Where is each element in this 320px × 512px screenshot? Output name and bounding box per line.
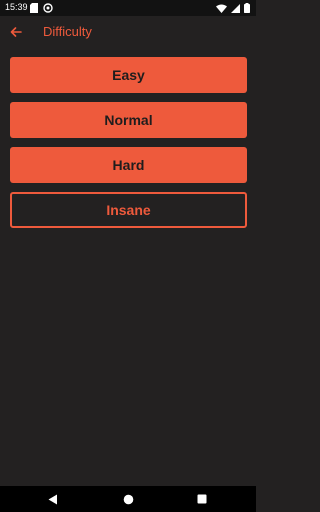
- difficulty-options: Easy Normal Hard Insane: [10, 57, 247, 237]
- sd-card-icon: [30, 3, 38, 13]
- sync-icon: [43, 3, 53, 13]
- battery-icon: [244, 3, 250, 13]
- difficulty-normal-button[interactable]: Normal: [10, 102, 247, 138]
- status-right-icons: [216, 3, 250, 13]
- status-left-icons: [30, 3, 53, 13]
- nav-home-button[interactable]: [121, 492, 135, 506]
- recents-square-icon: [197, 494, 207, 504]
- difficulty-hard-button[interactable]: Hard: [10, 147, 247, 183]
- nav-back-button[interactable]: [46, 492, 60, 506]
- app-bar: Difficulty: [0, 16, 256, 48]
- status-bar: 15:39: [0, 0, 256, 16]
- nav-recents-button[interactable]: [195, 492, 209, 506]
- difficulty-insane-button[interactable]: Insane: [10, 192, 247, 228]
- difficulty-easy-button[interactable]: Easy: [10, 57, 247, 93]
- navigation-bar: [0, 486, 256, 512]
- back-triangle-icon: [48, 494, 58, 505]
- status-time: 15:39: [5, 2, 28, 12]
- wifi-icon: [216, 4, 227, 13]
- back-button[interactable]: [6, 22, 26, 42]
- page-title: Difficulty: [43, 24, 92, 39]
- arrow-left-icon: [10, 27, 22, 37]
- difficulty-screen: 15:39 Difficulty Easy Normal Hard Insane: [0, 0, 256, 512]
- home-circle-icon: [123, 494, 134, 505]
- signal-icon: [231, 3, 240, 13]
